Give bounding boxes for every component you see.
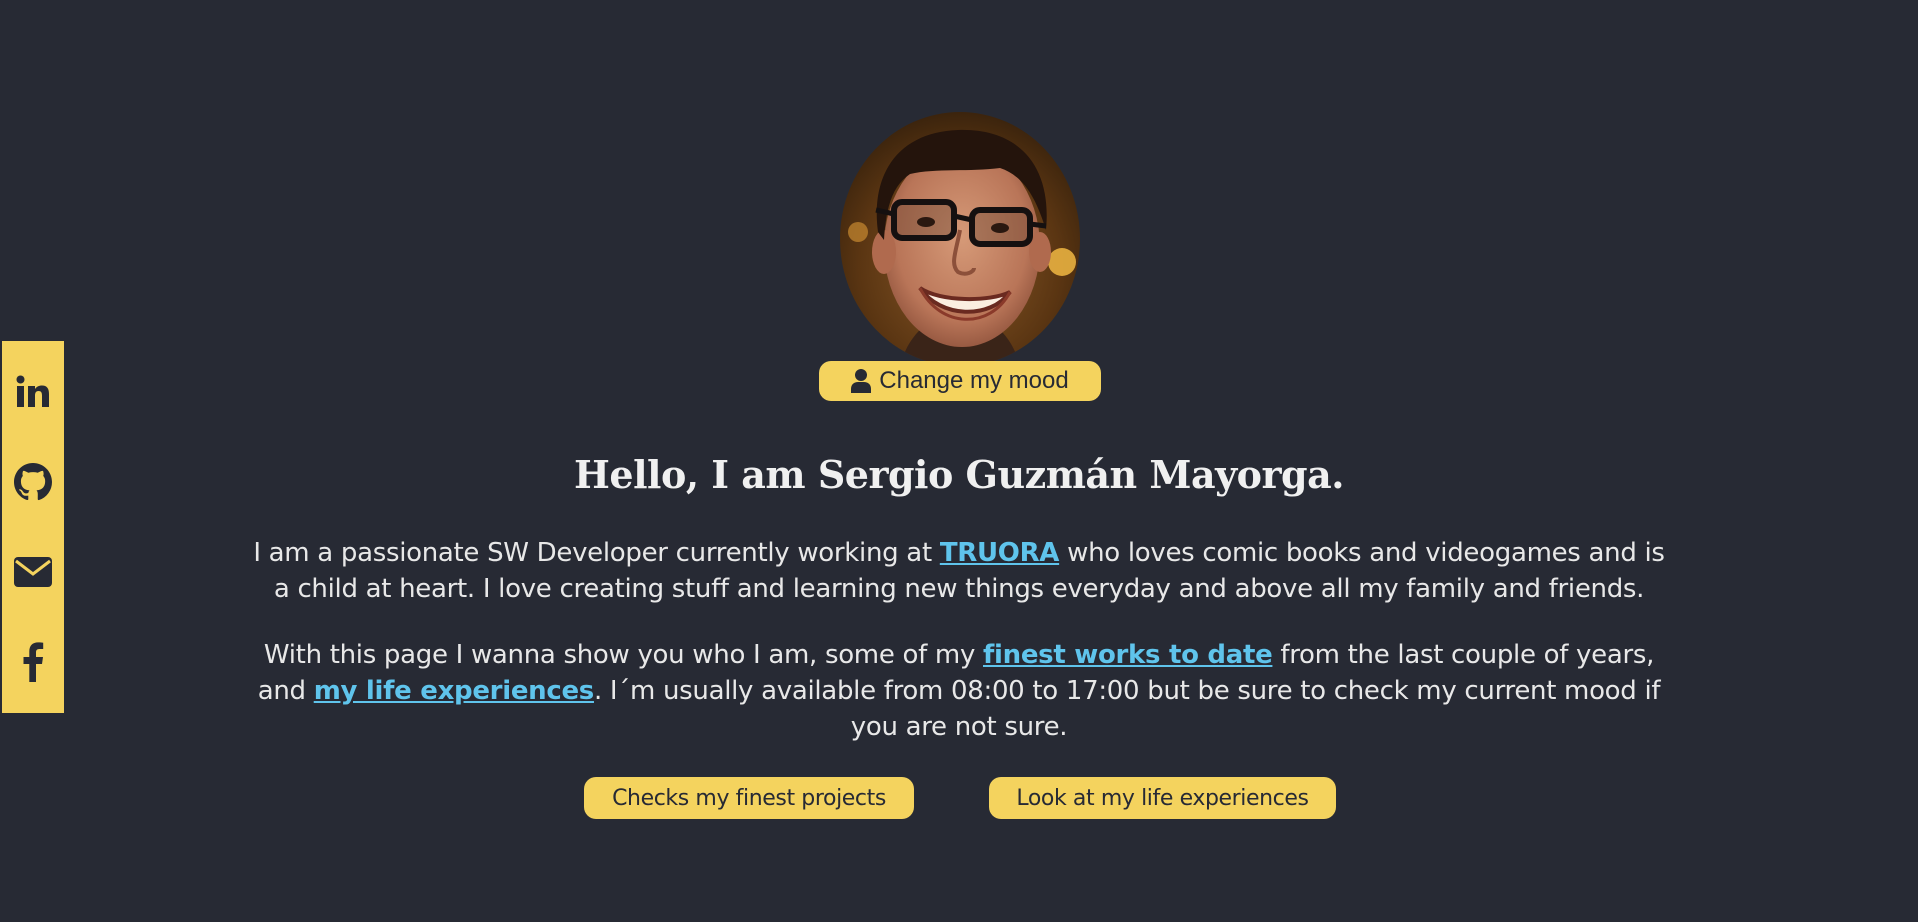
profile-avatar <box>840 112 1080 366</box>
finest-projects-button[interactable]: Checks my finest projects <box>584 777 914 819</box>
intro-text: . I´m usually available from 08:00 to 17… <box>593 676 1661 742</box>
linkedin-icon <box>16 375 49 407</box>
intro-paragraph-2: With this page I wanna show you who I am… <box>245 637 1673 745</box>
intro-text: With this page I wanna show you who I am… <box>263 640 983 670</box>
linkedin-link[interactable] <box>10 369 56 415</box>
social-sidebar <box>2 341 64 713</box>
change-mood-label: Change my mood <box>879 367 1069 394</box>
facebook-link[interactable] <box>10 639 56 685</box>
envelope-icon <box>14 557 52 587</box>
page-title: Hello, I am Sergio Guzmán Mayorga. <box>574 452 1344 497</box>
intro-paragraph-1: I am a passionate SW Developer currently… <box>245 535 1673 607</box>
life-experiences-button[interactable]: Look at my life experiences <box>989 777 1336 819</box>
life-experiences-link[interactable]: my life experiences <box>314 676 595 706</box>
profile-photo <box>840 112 1080 366</box>
finest-works-link[interactable]: finest works to date <box>983 640 1273 670</box>
email-link[interactable] <box>10 549 56 595</box>
facebook-icon <box>23 642 44 682</box>
truora-link[interactable]: TRUORA <box>940 538 1060 568</box>
user-icon <box>851 369 872 393</box>
intro-text: I am a passionate SW Developer currently… <box>253 538 940 568</box>
page: Change my mood Hello, I am Sergio Guzmán… <box>0 0 1918 922</box>
change-mood-button[interactable]: Change my mood <box>819 361 1101 401</box>
